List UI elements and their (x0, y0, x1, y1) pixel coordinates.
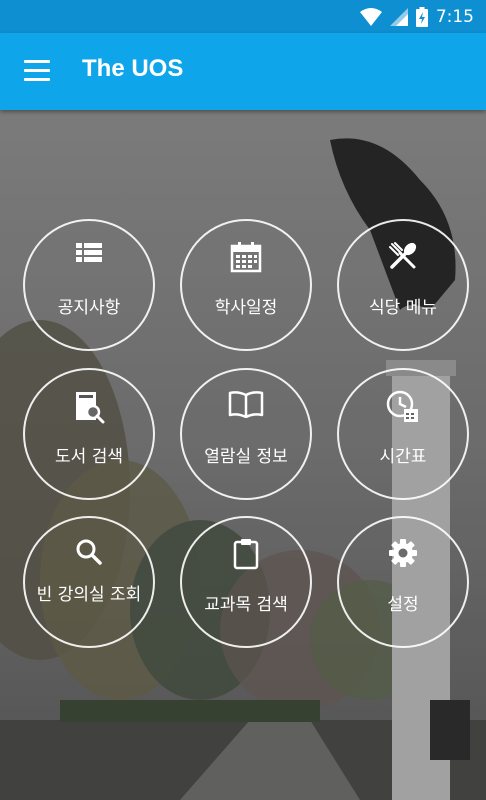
calendar-icon (230, 242, 262, 273)
open-book-icon (228, 391, 264, 418)
tile-label: 학사일정 (214, 298, 278, 318)
hamburger-menu-icon[interactable] (24, 60, 52, 82)
library-search-button[interactable]: 도서 검색 (23, 368, 155, 500)
notice-button[interactable]: 공지사항 (23, 219, 155, 351)
clipboard-icon (233, 539, 259, 570)
status-bar: 7:15 (0, 0, 486, 33)
app-title: The UOS (82, 55, 184, 82)
settings-button[interactable]: 설정 (337, 516, 469, 648)
app-bar: The UOS (0, 33, 486, 110)
reading-room-info-button[interactable]: 열람실 정보 (180, 368, 312, 500)
book-search-icon (76, 392, 105, 424)
tile-label: 교과목 검색 (204, 595, 288, 615)
signal-icon (389, 8, 408, 26)
gear-icon (389, 539, 417, 567)
empty-classroom-search-button[interactable]: 빈 강의실 조회 (23, 516, 155, 648)
status-time: 7:15 (435, 7, 474, 27)
tile-label: 설정 (387, 595, 419, 615)
tile-label: 빈 강의실 조회 (36, 585, 142, 605)
course-search-button[interactable]: 교과목 검색 (180, 516, 312, 648)
timetable-button[interactable]: 시간표 (337, 368, 469, 500)
tile-label: 도서 검색 (55, 447, 123, 467)
academic-calendar-button[interactable]: 학사일정 (180, 219, 312, 351)
clock-calendar-icon (386, 390, 418, 422)
tile-label: 열람실 정보 (204, 447, 288, 467)
tile-label: 시간표 (379, 447, 427, 467)
search-icon (76, 539, 102, 565)
tile-label: 식당 메뉴 (369, 298, 437, 318)
list-icon (76, 243, 102, 262)
restaurant-icon (389, 242, 417, 269)
tile-label: 공지사항 (57, 298, 121, 318)
cafeteria-menu-button[interactable]: 식당 메뉴 (337, 219, 469, 351)
wifi-icon (359, 8, 382, 26)
battery-charging-icon (415, 7, 428, 27)
